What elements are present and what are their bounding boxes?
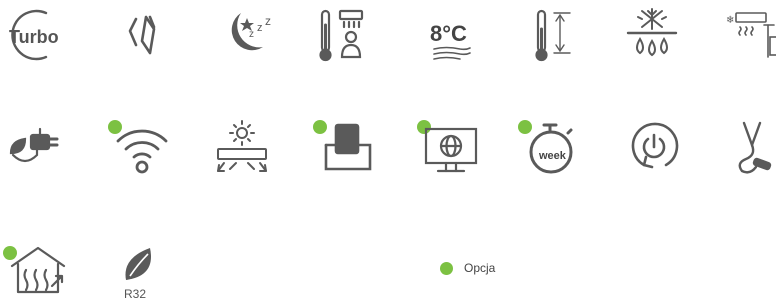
svg-text:z: z	[249, 29, 254, 40]
thermometer-person-icon	[312, 3, 376, 67]
heating-8c-icon: 8°C	[420, 3, 484, 67]
legend: Opcja	[440, 258, 495, 278]
svg-text:❄: ❄	[726, 15, 734, 26]
lanyard-remote-icon	[716, 113, 776, 177]
mounting-panel-icon	[314, 113, 378, 177]
timer-week-label: week	[538, 150, 567, 162]
legend-label: Opcja	[464, 261, 496, 275]
thermometer-range-icon	[520, 3, 584, 67]
ac-unit-heater-icon: ❄	[716, 3, 776, 67]
turbo-icon: Turbo	[2, 3, 66, 67]
svg-text:z: z	[265, 14, 271, 28]
weekly-timer-icon: week	[518, 113, 582, 177]
eco-plug-icon	[5, 113, 69, 177]
r32-label: R32	[124, 287, 146, 300]
swing-icon	[112, 3, 176, 67]
sleep-icon: z z z	[215, 3, 279, 67]
svg-text:z: z	[257, 22, 263, 34]
r32-leaf-icon: R32	[108, 236, 172, 300]
temp-8c-label: 8°C	[430, 21, 467, 46]
defrost-icon	[620, 3, 684, 67]
monitor-globe-icon	[418, 113, 482, 177]
solar-ac-airflow-icon	[210, 113, 274, 177]
legend-option-dot	[440, 261, 453, 275]
power-restart-icon	[622, 113, 686, 177]
house-heat-recovery-icon	[6, 236, 70, 300]
turbo-label: Turbo	[9, 27, 59, 47]
wifi-icon	[110, 113, 174, 177]
